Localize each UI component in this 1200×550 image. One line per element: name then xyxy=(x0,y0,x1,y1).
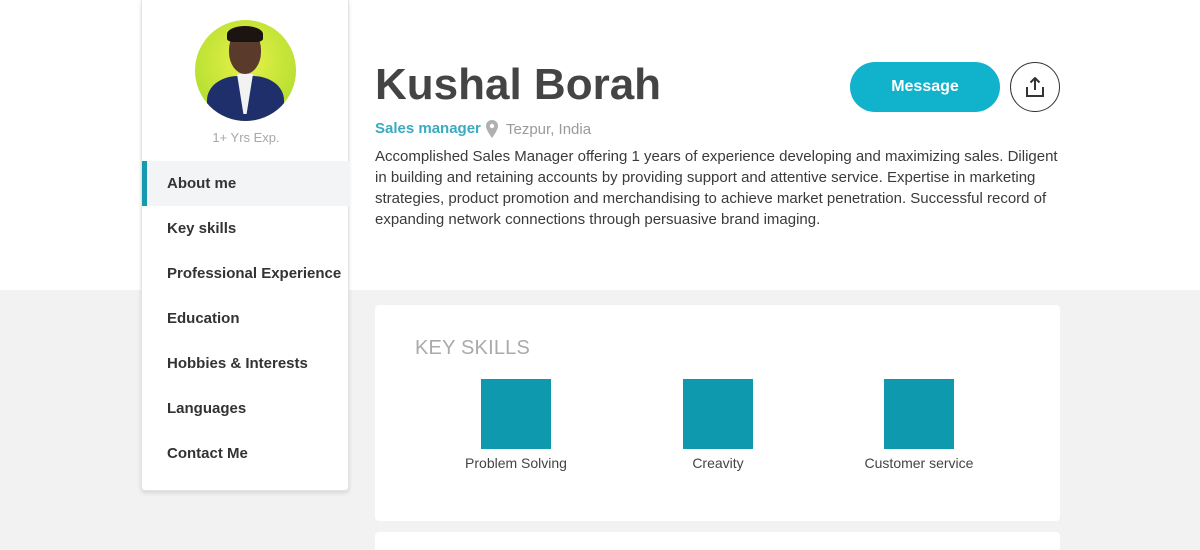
message-button[interactable]: Message xyxy=(850,62,1000,112)
profile-bio: Accomplished Sales Manager offering 1 ye… xyxy=(375,148,1058,228)
sidebar-item-hobbies-interests[interactable]: Hobbies & Interests xyxy=(142,341,350,386)
experience-label: 1+ Yrs Exp. xyxy=(212,130,280,145)
skill-label: Problem Solving xyxy=(465,455,567,471)
sidebar-item-contact-me[interactable]: Contact Me xyxy=(142,431,350,476)
sidebar-item-about-me[interactable]: About me xyxy=(142,161,350,206)
profile-name: Kushal Borah xyxy=(375,60,662,109)
location-pin-icon xyxy=(486,120,498,138)
share-button[interactable] xyxy=(1010,62,1060,112)
sidebar-item-key-skills[interactable]: Key skills xyxy=(142,206,350,251)
skill-tile xyxy=(884,379,954,449)
key-skills-card: KEY SKILLS Problem Solving Creavity Cust… xyxy=(375,305,1060,521)
message-button-label: Message xyxy=(891,78,959,95)
sidebar-item-professional-experience[interactable]: Professional Experience xyxy=(142,251,350,296)
sidebar: 1+ Yrs Exp. About me Key skills Professi… xyxy=(141,0,350,491)
profile-location: Tezpur, India xyxy=(506,121,592,138)
skill-label: Creavity xyxy=(692,455,744,471)
avatar xyxy=(195,20,296,121)
sidebar-item-education[interactable]: Education xyxy=(142,296,350,341)
profile-role: Sales manager xyxy=(375,120,481,137)
skill-tile xyxy=(481,379,551,449)
skill-label: Customer service xyxy=(864,455,974,471)
sidebar-nav: About me Key skills Professional Experie… xyxy=(142,161,350,476)
skill-item: Creavity xyxy=(638,379,798,471)
skill-item: Customer service xyxy=(839,379,999,471)
sidebar-item-languages[interactable]: Languages xyxy=(142,386,350,431)
skill-item: Problem Solving xyxy=(436,379,596,471)
skill-tile xyxy=(683,379,753,449)
share-upload-icon xyxy=(1026,77,1044,97)
key-skills-title: KEY SKILLS xyxy=(415,337,531,359)
next-section-card xyxy=(375,532,1060,550)
